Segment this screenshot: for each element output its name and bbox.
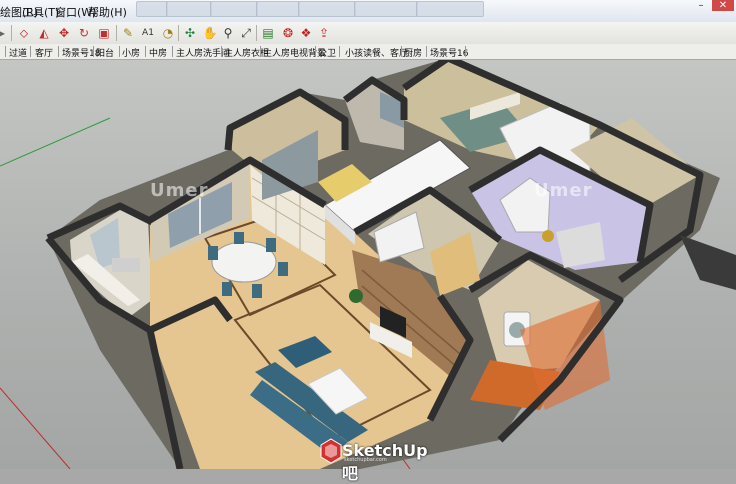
tab-divider bbox=[260, 46, 261, 57]
watermark: Umer bbox=[534, 180, 593, 201]
sketchup-logo: SketchUp吧 sketchupbar.com bbox=[318, 437, 428, 483]
tape-measure-icon[interactable]: ✎ bbox=[120, 25, 136, 41]
lamp bbox=[542, 230, 554, 242]
dining-chair bbox=[234, 232, 244, 244]
taskbar-tab[interactable] bbox=[166, 1, 212, 17]
dining-chair bbox=[266, 238, 276, 252]
scene-tab-master-tv[interactable]: 主人房电视背景 bbox=[263, 46, 326, 59]
zoom-extents-icon[interactable]: ⤢ bbox=[238, 25, 254, 41]
dining-chair bbox=[222, 282, 232, 296]
model-viewport[interactable]: Umer Umer bbox=[0, 60, 736, 469]
materials-icon[interactable]: ❖ bbox=[298, 25, 314, 41]
scene-tab-dining-living[interactable]: 餐、客厅 bbox=[372, 46, 408, 59]
tab-divider bbox=[58, 46, 59, 57]
toolbar-separator bbox=[116, 25, 117, 41]
toolbar-separator bbox=[11, 25, 12, 41]
plant bbox=[349, 289, 363, 303]
dining-chair bbox=[252, 284, 262, 298]
scene-tab-corridor[interactable]: 过道 bbox=[9, 46, 27, 59]
close-icon[interactable]: ✕ bbox=[712, 0, 734, 11]
dining-chair bbox=[208, 246, 218, 260]
toolbar: ▸ ⬦ ◭ ✥ ↻ ▣ ✎ A1 ◔ ✣ ✋ ⚲ ⤢ ▤ ❂ ❖ ⇪ bbox=[0, 22, 736, 45]
move-icon[interactable]: ⬦ bbox=[16, 25, 32, 41]
scale-icon[interactable]: ▣ bbox=[96, 25, 112, 41]
follow-me-icon[interactable]: ↻ bbox=[76, 25, 92, 41]
tab-divider bbox=[221, 46, 222, 57]
menu-help[interactable]: 帮助(H) bbox=[88, 4, 127, 20]
tab-divider bbox=[465, 46, 466, 57]
tab-divider bbox=[401, 46, 402, 57]
components-icon[interactable]: ▤ bbox=[260, 25, 276, 41]
watermark: Umer bbox=[150, 180, 209, 201]
taskbar-tab[interactable] bbox=[298, 1, 356, 17]
taskbar-tab[interactable] bbox=[354, 1, 418, 17]
apartment-model bbox=[0, 60, 736, 469]
scene-tab-small-room[interactable]: 小房 bbox=[122, 46, 140, 59]
tab-divider bbox=[30, 46, 31, 57]
scene-tab-living[interactable]: 客厅 bbox=[35, 46, 53, 59]
toolbar-separator bbox=[256, 25, 257, 41]
red-axis bbox=[0, 387, 71, 469]
tab-divider bbox=[145, 46, 146, 57]
pan-icon[interactable]: ✋ bbox=[202, 25, 218, 41]
tab-divider bbox=[426, 46, 427, 57]
tab-divider bbox=[339, 46, 340, 57]
scene-tab-16[interactable]: 场景号16 bbox=[430, 46, 468, 59]
tab-divider bbox=[119, 46, 120, 57]
green-axis bbox=[0, 117, 111, 167]
menu-tools[interactable]: 工具(T) bbox=[22, 4, 59, 20]
tab-divider bbox=[93, 46, 94, 57]
scene-tab-middle-room[interactable]: 中房 bbox=[149, 46, 167, 59]
logo-subtext: sketchupbar.com bbox=[344, 457, 387, 463]
scene-tab-kids[interactable]: 小孩读 bbox=[345, 46, 372, 59]
scene-tab-18[interactable]: 场景号18 bbox=[62, 46, 100, 59]
menu-bar: 绘图(R) 工具(T) 窗口(W) 帮助(H) – ✕ bbox=[0, 0, 736, 23]
stove bbox=[112, 258, 140, 272]
taskbar-tab[interactable] bbox=[256, 1, 300, 17]
text-tool-icon[interactable]: A1 bbox=[140, 25, 156, 41]
toolbar-overflow-icon[interactable]: ▸ bbox=[0, 25, 10, 41]
sketchup-window: 绘图(R) 工具(T) 窗口(W) 帮助(H) – ✕ ▸ ⬦ ◭ ✥ ↻ ▣ … bbox=[0, 0, 736, 483]
logo-mark-icon bbox=[320, 438, 342, 464]
taskbar-tab[interactable] bbox=[210, 1, 258, 17]
scene-tab-public-bath[interactable]: 公卫 bbox=[318, 46, 336, 59]
scene-tab-kitchen[interactable]: 厨房 bbox=[404, 46, 422, 59]
scene-tab-balcony[interactable]: 阳台 bbox=[96, 46, 114, 59]
warehouse-icon[interactable]: ❂ bbox=[280, 25, 296, 41]
dining-chair bbox=[278, 262, 288, 276]
taskbar-tab[interactable] bbox=[136, 1, 168, 17]
minimize-icon[interactable]: – bbox=[690, 0, 712, 11]
protractor-icon[interactable]: ◔ bbox=[160, 25, 176, 41]
tab-divider bbox=[5, 46, 6, 57]
scene-tabs: 过道 客厅 场景号18 阳台 小房 中房 主人房洗手间 主人房衣柜 主人房电视背… bbox=[0, 44, 736, 60]
zoom-icon[interactable]: ⚲ bbox=[220, 25, 236, 41]
orbit-icon[interactable]: ✣ bbox=[182, 25, 198, 41]
share-icon[interactable]: ⇪ bbox=[316, 25, 332, 41]
rotate-icon[interactable]: ✥ bbox=[56, 25, 72, 41]
tab-divider bbox=[315, 46, 316, 57]
toolbar-separator bbox=[178, 25, 179, 41]
tab-divider bbox=[172, 46, 173, 57]
push-pull-icon[interactable]: ◭ bbox=[36, 25, 52, 41]
taskbar-tab[interactable] bbox=[416, 1, 484, 17]
